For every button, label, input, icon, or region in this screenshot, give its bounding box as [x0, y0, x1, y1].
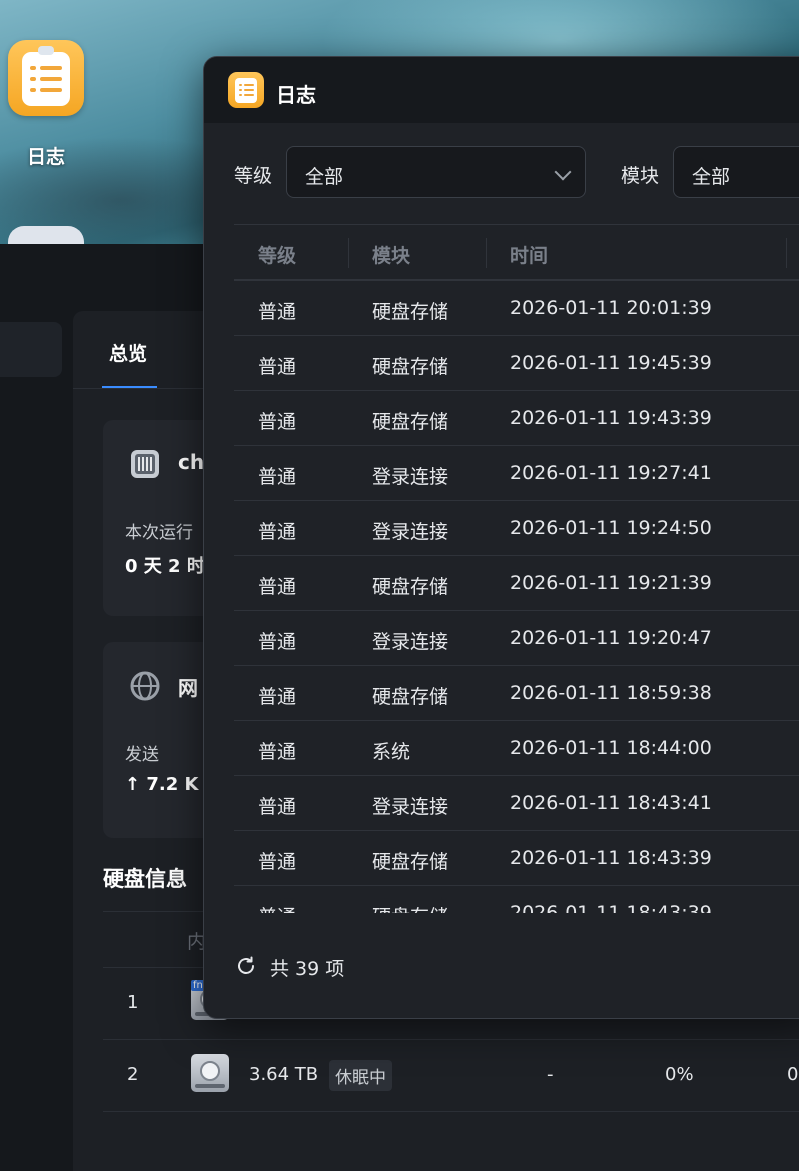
- tab-overview[interactable]: 总览: [109, 339, 147, 366]
- log-level: 普通: [258, 576, 297, 598]
- log-time: 2026-01-11 18:59:38: [510, 682, 712, 704]
- log-time: 2026-01-11 18:43:39: [510, 902, 712, 913]
- log-level: 普通: [258, 796, 297, 818]
- module-filter-value: 全部: [692, 166, 731, 188]
- log-window: 日志 等级 全部 模块 全部 等级 模块 时间 普通 硬盘存储 2026-01-11…: [203, 56, 799, 1019]
- disk-cell: 0: [787, 1064, 799, 1085]
- level-filter-value: 全部: [305, 166, 344, 188]
- log-module: 登录连接: [372, 631, 449, 653]
- log-row[interactable]: 普通 登录连接 2026-01-11 19:27:41: [234, 446, 799, 501]
- log-row[interactable]: 普通 硬盘存储 2026-01-11 19:43:39: [234, 391, 799, 446]
- log-time: 2026-01-11 20:01:39: [510, 297, 712, 319]
- log-level: 普通: [258, 741, 297, 763]
- log-time: 2026-01-11 19:20:47: [510, 627, 712, 649]
- disk-section-title: 硬盘信息: [103, 867, 187, 891]
- log-module: 硬盘存储: [372, 411, 449, 433]
- card-title: 网: [178, 676, 198, 700]
- log-level: 普通: [258, 631, 297, 653]
- log-time: 2026-01-11 19:24:50: [510, 517, 712, 539]
- log-row[interactable]: 普通 硬盘存储 2026-01-11 19:45:39: [234, 336, 799, 391]
- log-row[interactable]: 普通 硬盘存储 2026-01-11 18:43:39: [234, 886, 799, 913]
- send-label: 发送: [125, 745, 159, 765]
- log-table-body: 普通 硬盘存储 2026-01-11 20:01:39 普通 硬盘存储 2026-01-1…: [234, 281, 799, 913]
- level-filter-label: 等级: [234, 165, 273, 187]
- log-level: 普通: [258, 521, 297, 543]
- log-row[interactable]: 普通 系统 2026-01-11 18:44:00: [234, 721, 799, 776]
- disk-cell: -: [547, 1064, 554, 1085]
- log-app-desktop-label[interactable]: 日志: [8, 142, 84, 169]
- log-app-desktop-icon[interactable]: [8, 40, 84, 116]
- log-module: 硬盘存储: [372, 686, 449, 708]
- network-globe-icon: [130, 671, 160, 701]
- log-row[interactable]: 普通 登录连接 2026-01-11 19:20:47: [234, 611, 799, 666]
- disk-row[interactable]: 2 3.64 TB 休眠中 - 0% 0: [103, 1040, 799, 1112]
- log-row[interactable]: 普通 硬盘存储 2026-01-11 19:21:39: [234, 556, 799, 611]
- log-row[interactable]: 普通 登录连接 2026-01-11 18:43:41: [234, 776, 799, 831]
- column-divider[interactable]: [486, 238, 487, 268]
- clipboard-list-icon: [22, 52, 70, 106]
- total-count: 共 39 项: [270, 958, 345, 980]
- disk-status-badge: 休眠中: [329, 1060, 392, 1091]
- column-header-level[interactable]: 等级: [258, 241, 296, 268]
- module-filter-select[interactable]: 全部: [673, 146, 799, 198]
- log-time: 2026-01-11 19:21:39: [510, 572, 712, 594]
- log-row[interactable]: 普通 登录连接 2026-01-11 19:24:50: [234, 501, 799, 556]
- log-level: 普通: [258, 301, 297, 323]
- uptime-value: 0 天 2 时: [125, 556, 205, 577]
- log-row[interactable]: 普通 硬盘存储 2026-01-11 20:01:39: [234, 281, 799, 336]
- disk-index: 2: [127, 1064, 139, 1085]
- log-row[interactable]: 普通 硬盘存储 2026-01-11 18:43:39: [234, 831, 799, 886]
- log-level: 普通: [258, 902, 296, 913]
- log-module: 系统: [372, 741, 411, 763]
- module-filter-label: 模块: [621, 165, 660, 187]
- uptime-label: 本次运行: [125, 523, 193, 543]
- log-time: 2026-01-11 18:43:39: [510, 847, 712, 869]
- log-time: 2026-01-11 18:43:41: [510, 792, 712, 814]
- log-time: 2026-01-11 19:43:39: [510, 407, 712, 429]
- divider: [234, 224, 799, 225]
- log-level: 普通: [258, 851, 297, 873]
- log-module: 硬盘存储: [372, 902, 448, 913]
- divider: [204, 913, 799, 914]
- card-title: ch: [178, 450, 205, 474]
- disk-usage: 0%: [665, 1064, 694, 1085]
- log-level: 普通: [258, 466, 297, 488]
- log-time: 2026-01-11 18:44:00: [510, 737, 712, 759]
- log-module: 硬盘存储: [372, 576, 449, 598]
- log-module: 硬盘存储: [372, 851, 449, 873]
- refresh-icon[interactable]: [234, 954, 258, 978]
- log-row[interactable]: 普通 硬盘存储 2026-01-11 18:59:38: [234, 666, 799, 721]
- log-module: 硬盘存储: [372, 356, 449, 378]
- column-divider[interactable]: [348, 238, 349, 268]
- log-time: 2026-01-11 19:45:39: [510, 352, 712, 374]
- log-level: 普通: [258, 411, 297, 433]
- column-header-time[interactable]: 时间: [510, 241, 548, 268]
- window-title: 日志: [276, 83, 316, 107]
- log-time: 2026-01-11 19:27:41: [510, 462, 712, 484]
- hard-disk-icon: [191, 1054, 229, 1092]
- log-module: 硬盘存储: [372, 301, 449, 323]
- log-level: 普通: [258, 686, 297, 708]
- clipboard-list-icon: [228, 72, 264, 108]
- disk-index: 1: [127, 992, 139, 1013]
- column-divider[interactable]: [786, 238, 787, 268]
- chevron-down-icon: [554, 163, 572, 181]
- server-icon: [131, 450, 159, 478]
- log-level: 普通: [258, 356, 297, 378]
- log-module: 登录连接: [372, 466, 449, 488]
- sidebar-item[interactable]: [0, 322, 62, 377]
- disk-capacity: 3.64 TB: [249, 1064, 319, 1085]
- level-filter-select[interactable]: 全部: [286, 146, 586, 198]
- column-header-module[interactable]: 模块: [372, 241, 410, 268]
- send-value: ↑ 7.2 K: [125, 774, 199, 795]
- log-module: 登录连接: [372, 521, 449, 543]
- window-titlebar[interactable]: 日志: [204, 57, 799, 123]
- log-module: 登录连接: [372, 796, 449, 818]
